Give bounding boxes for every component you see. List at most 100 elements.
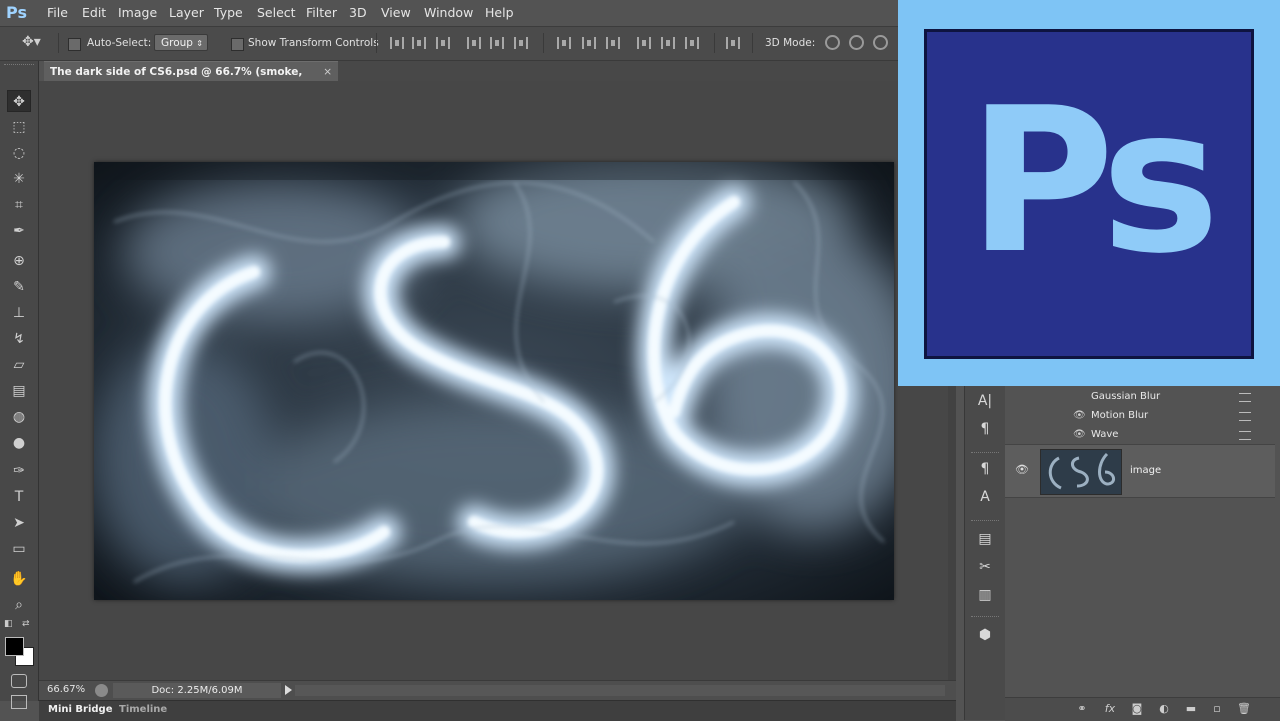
hand-tool[interactable]: ✋ xyxy=(7,568,31,590)
layer-row[interactable]: 👁 image xyxy=(1005,444,1275,498)
3d-roll-icon[interactable] xyxy=(849,35,864,50)
smart-filter-row[interactable]: 👁 Wave xyxy=(1005,426,1275,445)
menu-type[interactable]: Type xyxy=(214,5,243,20)
link-icon[interactable]: ⚭ xyxy=(1074,702,1090,716)
horizontal-scrollbar[interactable] xyxy=(295,685,945,696)
filter-blending-options-icon[interactable] xyxy=(1239,393,1251,402)
smart-filter-name: Gaussian Blur xyxy=(1091,391,1161,402)
pen-tool[interactable]: ✑ xyxy=(7,460,31,482)
lasso-tool[interactable]: ◌ xyxy=(7,142,31,164)
3d-rotate-icon[interactable] xyxy=(825,35,840,50)
crop-tool[interactable]: ⌗ xyxy=(7,194,31,216)
paragraph-styles-icon[interactable]: ¶ xyxy=(976,460,994,478)
screen-mode-icon[interactable] xyxy=(11,695,27,709)
menu-window[interactable]: Window xyxy=(424,5,473,20)
visibility-eye-icon[interactable]: 👁 xyxy=(1073,410,1086,421)
history-brush-tool[interactable]: ↯ xyxy=(7,328,31,350)
layer-thumbnail xyxy=(1040,449,1122,495)
tab-timeline[interactable]: Timeline xyxy=(119,704,167,715)
document-tab[interactable]: The dark side of CS6.psd @ 66.7% (smoke,… xyxy=(44,61,338,98)
menu-edit[interactable]: Edit xyxy=(82,5,106,20)
divider xyxy=(752,33,753,53)
adjustment-icon[interactable]: ◐ xyxy=(1156,702,1172,716)
status-menu-arrow-icon[interactable] xyxy=(285,685,292,695)
default-colors-icon[interactable]: ◧ xyxy=(4,619,13,629)
filter-blending-options-icon[interactable] xyxy=(1239,412,1251,421)
character-panel-icon[interactable]: A| xyxy=(976,392,994,410)
swap-colors-icon[interactable]: ⇄ xyxy=(22,619,30,629)
layer-thumbnail-image xyxy=(1041,450,1121,494)
document-canvas-image[interactable] xyxy=(94,162,894,600)
fx-icon[interactable]: fx xyxy=(1102,702,1118,716)
clone-stamp-tool[interactable]: ⊥ xyxy=(7,302,31,324)
properties-panel-icon[interactable]: ▤ xyxy=(976,530,994,548)
rectangle-tool[interactable]: ▭ xyxy=(7,538,31,560)
folder-icon[interactable]: ▬ xyxy=(1183,702,1199,716)
align-right-icon[interactable] xyxy=(514,37,528,49)
blur-tool[interactable]: ◍ xyxy=(7,406,31,428)
smart-filter-name: Motion Blur xyxy=(1091,410,1149,421)
zoom-tool[interactable]: ⌕ xyxy=(7,594,31,616)
type-tool[interactable]: T xyxy=(7,486,31,508)
move-tool-preset-icon[interactable]: ✥▾ xyxy=(22,34,41,50)
eraser-tool[interactable]: ▱ xyxy=(7,354,31,376)
align-top-icon[interactable] xyxy=(390,37,404,49)
foreground-color-swatch[interactable] xyxy=(5,637,24,656)
notes-panel-icon[interactable]: ▥ xyxy=(976,586,994,604)
filter-blending-options-icon[interactable] xyxy=(1239,431,1251,440)
eyedropper-tool[interactable]: ✒ xyxy=(7,220,31,242)
3d-panel-icon[interactable]: ⬢ xyxy=(976,626,994,644)
align-horizontal-center-icon[interactable] xyxy=(490,37,504,49)
menu-filter[interactable]: Filter xyxy=(306,5,337,20)
status-info-icon[interactable] xyxy=(95,684,108,697)
new-layer-icon[interactable]: ▫ xyxy=(1209,702,1225,716)
show-transform-checkbox[interactable] xyxy=(231,38,244,51)
distribute-bottom-icon[interactable] xyxy=(606,37,620,49)
divider xyxy=(543,33,544,53)
smart-filter-name: Wave xyxy=(1091,429,1119,440)
menu-layer[interactable]: Layer xyxy=(169,5,204,20)
align-left-icon[interactable] xyxy=(467,37,481,49)
brush-tool[interactable]: ✎ xyxy=(7,276,31,298)
smart-filter-row[interactable]: Gaussian Blur xyxy=(1005,388,1275,407)
dodge-tool[interactable]: ● xyxy=(7,432,31,454)
menu-view[interactable]: View xyxy=(381,5,411,20)
distribute-left-icon[interactable] xyxy=(637,37,651,49)
3d-drag-icon[interactable] xyxy=(873,35,888,50)
distribute-top-icon[interactable] xyxy=(557,37,571,49)
quick-mask-icon[interactable] xyxy=(11,674,27,688)
magic-wand-tool[interactable]: ✳ xyxy=(7,168,31,190)
auto-select-checkbox[interactable] xyxy=(68,38,81,51)
menu-file[interactable]: File xyxy=(47,5,68,20)
panel-grip[interactable] xyxy=(4,64,34,69)
auto-align-layers-icon[interactable] xyxy=(726,37,740,49)
distribute-vertical-center-icon[interactable] xyxy=(582,37,596,49)
distribute-horizontal-center-icon[interactable] xyxy=(661,37,675,49)
options-bar: ✥▾ Auto-Select: Group ⇕ Show Transform C… xyxy=(0,27,900,61)
marquee-tool[interactable]: ⬚ xyxy=(7,116,31,138)
gradient-tool[interactable]: ▤ xyxy=(7,380,31,402)
distribute-right-icon[interactable] xyxy=(685,37,699,49)
tab-mini-bridge[interactable]: Mini Bridge xyxy=(48,704,113,715)
visibility-eye-icon[interactable]: 👁 xyxy=(1073,429,1086,440)
paragraph-panel-icon[interactable]: ¶ xyxy=(976,420,994,438)
move-tool[interactable]: ✥ xyxy=(7,90,31,112)
character-styles-icon[interactable]: A xyxy=(976,488,994,506)
smart-filter-row[interactable]: 👁 Motion Blur xyxy=(1005,407,1275,426)
align-bottom-icon[interactable] xyxy=(436,37,450,49)
zoom-level-field[interactable]: 66.67% xyxy=(47,684,85,695)
trash-icon[interactable]: 🗑 xyxy=(1236,702,1252,716)
visibility-eye-icon[interactable]: 👁 xyxy=(1015,463,1029,476)
mask-icon[interactable]: ◙ xyxy=(1129,702,1145,716)
tool-presets-icon[interactable]: ✂ xyxy=(976,558,994,576)
healing-brush-tool[interactable]: ⊕ xyxy=(7,250,31,272)
close-icon[interactable]: × xyxy=(323,62,332,82)
path-selection-tool[interactable]: ➤ xyxy=(7,512,31,534)
menu-image[interactable]: Image xyxy=(118,5,157,20)
align-vertical-center-icon[interactable] xyxy=(412,37,426,49)
menu-help[interactable]: Help xyxy=(485,5,514,20)
photoshop-cs6-logo: Ps xyxy=(898,0,1280,386)
menu-select[interactable]: Select xyxy=(257,5,296,20)
auto-select-target-dropdown[interactable]: Group ⇕ xyxy=(154,34,208,51)
menu-3d[interactable]: 3D xyxy=(349,5,367,20)
